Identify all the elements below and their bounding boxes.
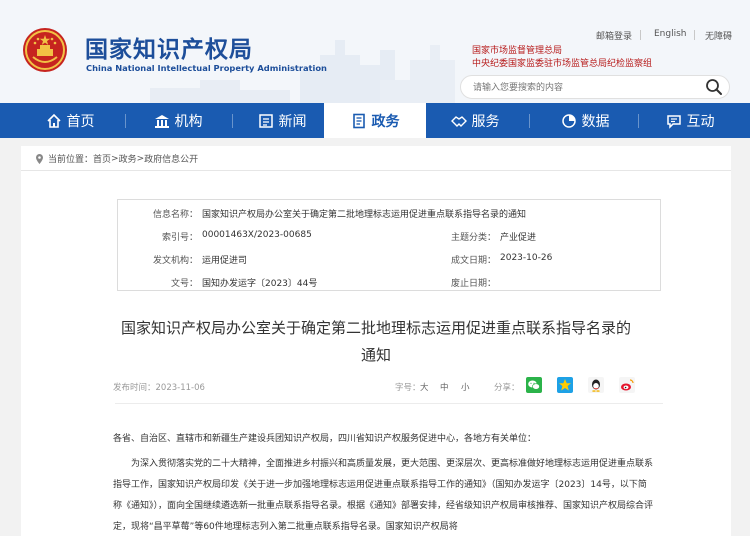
abolish-label: 废止日期：: [450, 279, 496, 289]
national-emblem-icon: [23, 28, 67, 72]
font-size-large[interactable]: 大: [420, 381, 429, 393]
newspaper-icon: [258, 113, 273, 128]
article-title-line1: 国家知识产权局办公室关于确定第二批地理标志运用促进重点联系指导名录的: [120, 319, 631, 337]
qq-icon[interactable]: [588, 377, 604, 393]
info-row-name: 信息名称： 国家知识产权局办公室关于确定第二批地理标志运用促进重点联系指导名录的…: [118, 202, 660, 226]
wechat-icon[interactable]: [526, 377, 542, 393]
nav-label: 数据: [581, 113, 610, 130]
nav-label: 首页: [66, 113, 95, 130]
article-title-line2: 通知: [360, 346, 391, 364]
english-link[interactable]: English: [654, 29, 687, 39]
home-icon: [46, 113, 61, 128]
article-title: 国家知识产权局办公室关于确定第二批地理标志运用促进重点联系指导名录的 通知: [71, 315, 681, 369]
breadcrumb-separator: >: [111, 153, 119, 164]
handshake-icon: [450, 115, 467, 127]
nav-item-home[interactable]: 首页: [30, 103, 110, 138]
nav-label: 新闻: [278, 113, 307, 130]
font-size-label: 字号：: [395, 383, 421, 393]
search-input[interactable]: [473, 81, 693, 95]
site-title: 国家知识产权局: [85, 37, 253, 63]
location-pin-icon: [36, 153, 43, 164]
breadcrumb-prefix: 当前位置：: [48, 155, 94, 165]
info-name-label: 信息名称：: [152, 210, 198, 220]
document-info-table: 信息名称： 国家知识产权局办公室关于确定第二批地理标志运用促进重点联系指导名录的…: [117, 199, 661, 291]
nav-divider: [232, 114, 233, 128]
issuer-value: 运用促进司: [202, 256, 248, 266]
topic-value: 产业促进: [500, 233, 537, 243]
topic-label: 主题分类：: [450, 233, 496, 243]
discipline-inspection-link[interactable]: 中央纪委国家监委驻市场监管总局纪检监察组: [472, 56, 652, 69]
nav-item-interaction[interactable]: 互动: [650, 103, 730, 138]
nav-label: 服务: [471, 113, 500, 130]
nav-divider: [125, 114, 126, 128]
content-card: 当前位置： 首页 > 政务 > 政府信息公开 信息名称： 国家知识产权局办公室关…: [21, 146, 731, 536]
nav-item-institution[interactable]: 机构: [138, 103, 218, 138]
site-title-english: China National Intellectual Property Adm…: [86, 63, 327, 73]
nav-item-government-affairs[interactable]: 政务: [324, 103, 426, 138]
breadcrumb-disclosure-link[interactable]: 政府信息公开: [144, 152, 198, 165]
nav-divider: [529, 114, 530, 128]
samr-link[interactable]: 国家市场监督管理总局: [472, 43, 562, 56]
search-box: [460, 75, 730, 99]
institution-icon: [154, 114, 169, 128]
nav-label: 政务: [371, 113, 400, 130]
issuer-label: 发文机构：: [152, 256, 198, 266]
info-name-value: 国家知识产权局办公室关于确定第二批地理标志运用促进重点联系指导名录的通知: [202, 210, 527, 220]
publish-date: 发布时间：2023-11-06: [113, 383, 205, 393]
nav-item-data[interactable]: 数据: [545, 103, 625, 138]
chart-icon: [561, 113, 576, 128]
index-label: 索引号：: [161, 233, 198, 243]
font-size-small[interactable]: 小: [461, 381, 470, 393]
docno-value: 国知办发运字〔2023〕44号: [202, 279, 318, 289]
breadcrumb-affairs-link[interactable]: 政务: [119, 152, 137, 165]
accessibility-link[interactable]: 无障碍: [705, 29, 732, 42]
info-row-issuer: 发文机构： 运用促进司 成文日期： 2023-10-26: [118, 248, 660, 272]
main-navigation: 首页 机构 新闻 政务 服务 数据 互动: [0, 103, 750, 138]
qzone-icon[interactable]: [557, 377, 573, 393]
breadcrumb-divider: [21, 170, 731, 171]
nav-label: 互动: [686, 113, 715, 130]
breadcrumb-home-link[interactable]: 首页: [93, 152, 111, 165]
nav-item-news[interactable]: 新闻: [242, 103, 322, 138]
breadcrumb: 当前位置： 首页 > 政务 > 政府信息公开: [35, 152, 198, 165]
article-salutation: 各省、自治区、直辖市和新疆生产建设兵团知识产权局，四川省知识产权服务促进中心，各…: [113, 434, 537, 444]
top-link-divider: [640, 30, 641, 40]
nav-divider: [638, 114, 639, 128]
font-size-medium[interactable]: 中: [440, 381, 449, 393]
nav-item-service[interactable]: 服务: [435, 103, 515, 138]
article-paragraph: 为深入贯彻落实党的二十大精神，全面推进乡村振兴和高质量发展，更大范围、更深层次、…: [113, 459, 654, 532]
date-label: 成文日期：: [450, 256, 496, 266]
mailbox-login-link[interactable]: 邮箱登录: [596, 29, 632, 42]
date-value: 2023-10-26: [500, 253, 553, 263]
docno-label: 文号：: [170, 279, 198, 289]
weibo-icon[interactable]: [619, 377, 635, 393]
site-header: 国家知识产权局 China National Intellectual Prop…: [0, 0, 750, 103]
info-row-docno: 文号： 国知办发运字〔2023〕44号 废止日期：: [118, 271, 660, 295]
index-value: 00001463X/2023-00685: [202, 230, 312, 240]
nav-label: 机构: [174, 113, 203, 130]
breadcrumb-separator: >: [136, 153, 145, 164]
document-icon: [352, 113, 365, 128]
meta-divider: [115, 403, 663, 404]
info-row-index: 索引号： 00001463X/2023-00685 主题分类： 产业促进: [118, 225, 660, 249]
top-link-divider: [694, 30, 695, 40]
search-icon[interactable]: [703, 76, 725, 98]
share-label: 分享：: [494, 383, 520, 393]
chat-icon: [666, 114, 681, 129]
